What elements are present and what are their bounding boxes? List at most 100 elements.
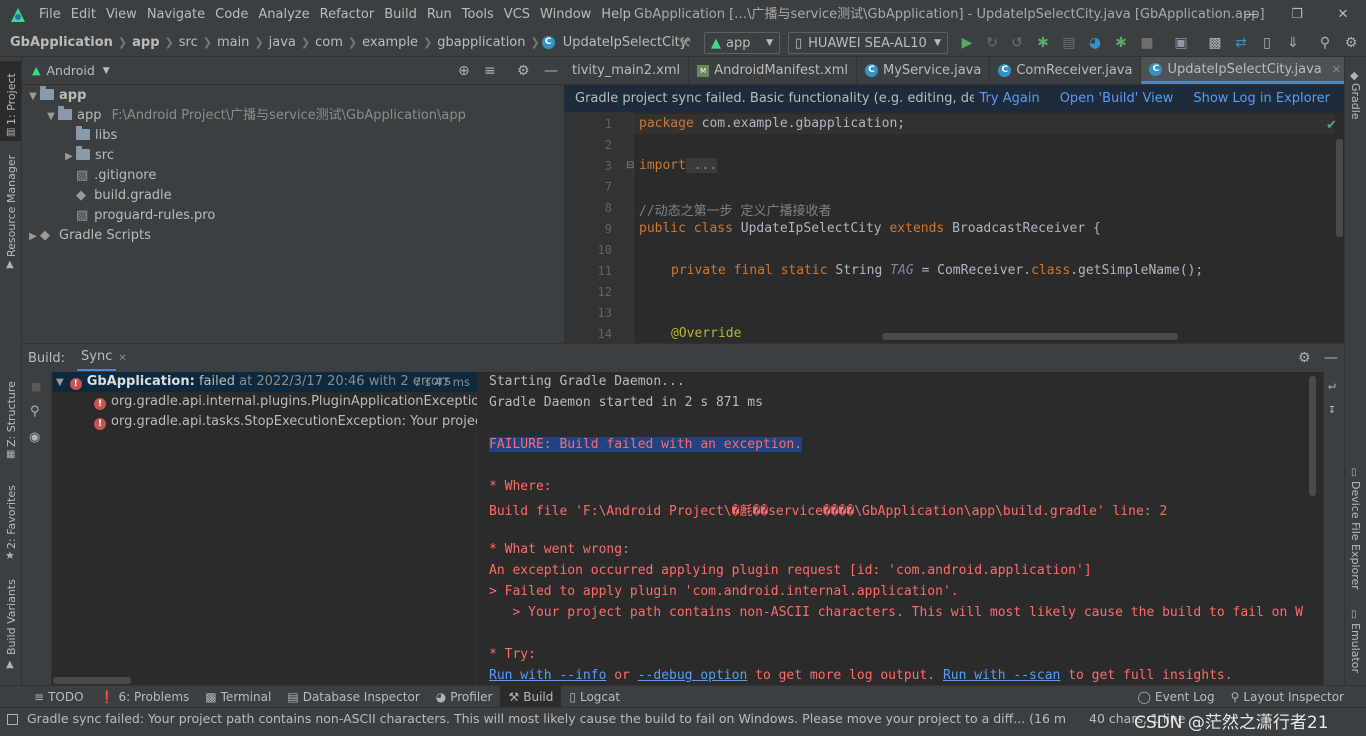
menu-code[interactable]: Code: [210, 0, 253, 29]
tool-event-log[interactable]: ◯ Event Log: [1130, 686, 1223, 708]
debug-icon[interactable]: ✱: [1034, 33, 1052, 53]
build-console[interactable]: Starting Gradle Daemon... Gradle Daemon …: [477, 372, 1344, 686]
console-vertical-scrollbar[interactable]: [1309, 376, 1316, 496]
try-again-link[interactable]: Try Again: [980, 91, 1040, 106]
chevron-down-icon[interactable]: ▼: [103, 66, 110, 76]
tab-activity-main2[interactable]: tivity_main2.xml: [564, 57, 690, 84]
restore-button[interactable]: ❐: [1274, 0, 1320, 29]
open-build-view-link[interactable]: Open 'Build' View: [1060, 91, 1174, 106]
attach-debugger-icon[interactable]: ✱: [1112, 33, 1130, 53]
tab-android-manifest[interactable]: M AndroidManifest.xml: [689, 57, 858, 84]
tree-horizontal-scrollbar[interactable]: [53, 677, 131, 684]
run-config-select[interactable]: ▲ app ▼: [704, 32, 780, 54]
close-tab-icon[interactable]: ✕: [118, 353, 126, 364]
breadcrumb-class[interactable]: UpdateIpSelectCity: [560, 35, 691, 50]
tab-sync[interactable]: Sync: [77, 345, 117, 371]
breadcrumb-main[interactable]: main: [214, 35, 252, 50]
layout-icon[interactable]: ▩: [1206, 33, 1224, 53]
avd-manager-icon[interactable]: ▯: [1258, 33, 1276, 53]
breadcrumb-com[interactable]: com: [312, 35, 346, 50]
tree-item-build-gradle[interactable]: ◆ build.gradle: [76, 186, 172, 206]
minimize-panel-icon[interactable]: —: [1324, 350, 1338, 366]
tool-todo[interactable]: ≡ TODO: [26, 686, 92, 708]
collapse-all-icon[interactable]: ≡: [484, 63, 496, 79]
build-root-row[interactable]: ▼! GbApplication: failed at 2022/3/17 20:…: [56, 372, 474, 392]
stop-icon[interactable]: ■: [1138, 33, 1156, 53]
emulator-tab[interactable]: Emulator: [1349, 623, 1362, 673]
breadcrumb-app[interactable]: app: [129, 35, 162, 50]
breadcrumb-project[interactable]: GbApplication: [0, 35, 116, 50]
menu-analyze[interactable]: Analyze: [253, 0, 314, 29]
breadcrumb-gbapplication[interactable]: gbapplication: [434, 35, 528, 50]
gear-icon[interactable]: ⚙: [517, 63, 530, 79]
project-tool-tab[interactable]: 1: Project ▤: [0, 61, 21, 141]
hide-icon[interactable]: —: [544, 63, 558, 79]
eye-icon[interactable]: ◉: [29, 430, 40, 445]
chevron-down-icon[interactable]: ▼: [56, 377, 64, 388]
resource-manager-tab[interactable]: Resource Manager: [5, 155, 18, 257]
soft-wrap-icon[interactable]: ↵: [1328, 378, 1336, 393]
menu-view[interactable]: View: [101, 0, 142, 29]
structure-tab[interactable]: Z: Structure: [5, 381, 18, 447]
tree-item-src[interactable]: ▶ src: [62, 146, 114, 166]
tab-myservice[interactable]: C MyService.java: [857, 57, 991, 84]
build-error-row[interactable]: ! org.gradle.api.internal.plugins.PluginA…: [94, 392, 477, 412]
project-view-mode-select[interactable]: Android: [46, 63, 94, 78]
gradle-tab[interactable]: Gradle: [1349, 83, 1362, 120]
favorites-tab[interactable]: 2: Favorites: [5, 485, 18, 549]
settings-icon[interactable]: ⚙: [1342, 33, 1360, 53]
tree-item-gitignore[interactable]: ▧ .gitignore: [76, 166, 156, 186]
rerun-icon[interactable]: ↻: [983, 33, 1001, 53]
sdk-manager-icon[interactable]: ⇓: [1284, 33, 1302, 53]
stop-icon[interactable]: ■: [31, 380, 41, 393]
tree-item-proguard[interactable]: ▧ proguard-rules.pro: [76, 206, 215, 226]
menu-refactor[interactable]: Refactor: [315, 0, 380, 29]
folded-imports[interactable]: ...: [685, 158, 718, 173]
debug-option-link[interactable]: --debug option: [638, 668, 748, 683]
tree-item-gradle-scripts[interactable]: ▶ ◆ Gradle Scripts: [26, 226, 151, 246]
chevron-right-icon[interactable]: ▶: [26, 227, 40, 247]
tree-item-app-module[interactable]: ▼ app: [26, 86, 86, 106]
minimize-button[interactable]: —: [1228, 0, 1274, 29]
tool-terminal[interactable]: ▩ Terminal: [197, 686, 279, 708]
code-area[interactable]: package com.example.gbapplication; impor…: [634, 112, 1334, 343]
tree-item-app[interactable]: ▼ app F:\Android Project\广播与service测试\GbA…: [44, 106, 466, 126]
tool-layout-inspector[interactable]: ⚲ Layout Inspector: [1223, 686, 1352, 708]
menu-edit[interactable]: Edit: [66, 0, 101, 29]
hammer-icon[interactable]: ⚒: [676, 33, 694, 53]
menu-tools[interactable]: Tools: [457, 0, 499, 29]
editor-vertical-scrollbar[interactable]: [1336, 139, 1343, 237]
project-structure-icon[interactable]: ▣: [1172, 33, 1190, 53]
chevron-right-icon[interactable]: ▶: [62, 147, 76, 167]
close-tab-icon[interactable]: ✕: [1332, 63, 1341, 76]
gear-icon[interactable]: ⚙: [1298, 350, 1311, 366]
run-icon[interactable]: ▶: [958, 33, 976, 53]
show-log-link[interactable]: Show Log in Explorer: [1193, 91, 1330, 106]
breadcrumb-java[interactable]: java: [266, 35, 299, 50]
tab-comreceiver[interactable]: C ComReceiver.java: [990, 57, 1142, 84]
build-variants-tab[interactable]: Build Variants: [5, 579, 18, 655]
build-error-row[interactable]: ! org.gradle.api.tasks.StopExecutionExcep…: [94, 412, 477, 432]
toggle-tool-windows-icon[interactable]: [7, 714, 18, 725]
menu-window[interactable]: Window: [535, 0, 596, 29]
menu-build[interactable]: Build: [379, 0, 422, 29]
menu-navigate[interactable]: Navigate: [142, 0, 210, 29]
tool-build[interactable]: ⚒ Build: [500, 685, 562, 708]
menu-file[interactable]: File: [34, 0, 66, 29]
apply-changes-icon[interactable]: ↺: [1008, 33, 1026, 53]
run-with-scan-link[interactable]: Run with --scan: [943, 668, 1060, 683]
tool-problems[interactable]: ❗ 6: Problems: [92, 686, 198, 708]
pin-icon[interactable]: ⚲: [30, 404, 40, 419]
sync-gradle-icon[interactable]: ⇄: [1232, 33, 1250, 53]
breadcrumb-example[interactable]: example: [359, 35, 421, 50]
search-icon[interactable]: ⚲: [1316, 33, 1334, 53]
chevron-down-icon[interactable]: ▼: [26, 87, 40, 107]
coverage-icon[interactable]: ▤: [1060, 33, 1078, 53]
status-message[interactable]: Gradle sync failed: Your project path co…: [27, 711, 1067, 726]
menu-help[interactable]: Help: [596, 0, 636, 29]
menu-run[interactable]: Run: [422, 0, 457, 29]
device-file-explorer-tab[interactable]: Device File Explorer: [1349, 481, 1362, 590]
menu-vcs[interactable]: VCS: [499, 0, 535, 29]
editor-horizontal-scrollbar[interactable]: [882, 333, 1178, 340]
scroll-to-end-icon[interactable]: ↧: [1328, 402, 1336, 417]
